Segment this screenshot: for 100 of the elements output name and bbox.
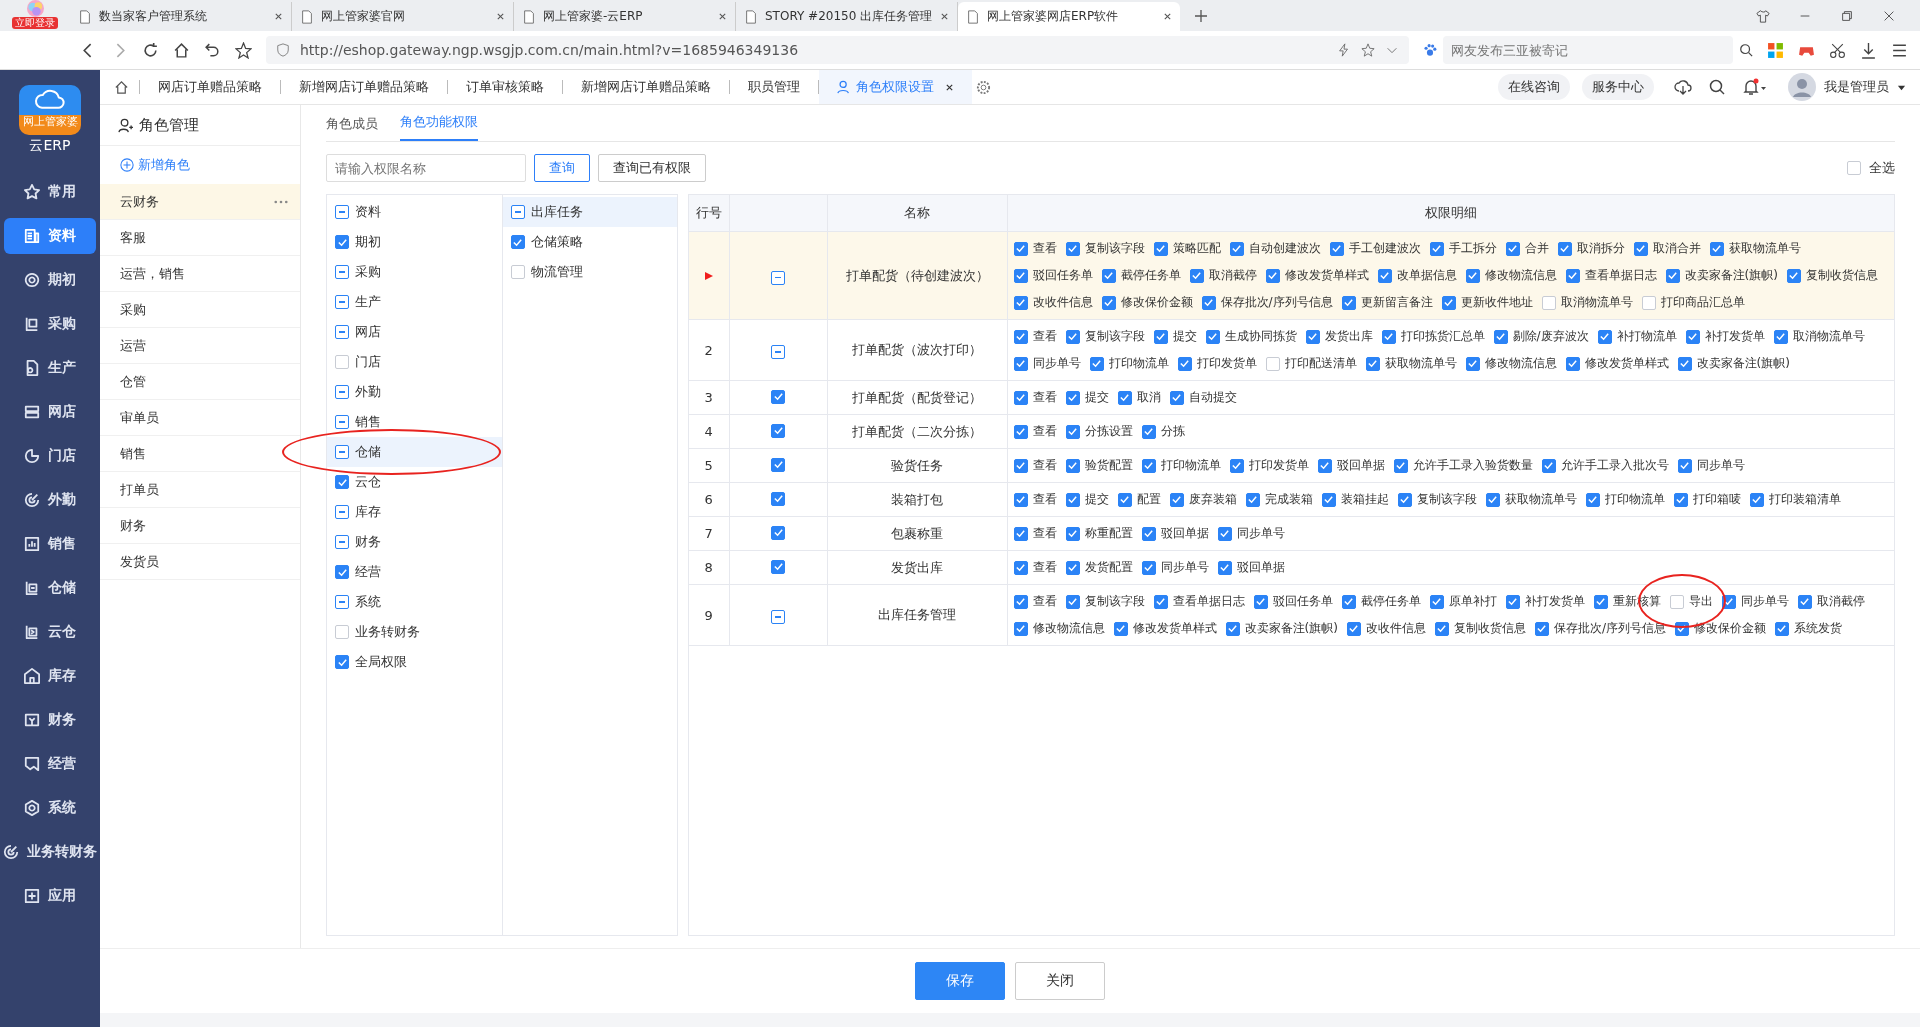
- role-item[interactable]: 运营，销售: [100, 256, 300, 292]
- checkbox[interactable]: [335, 595, 349, 609]
- checkbox-label[interactable]: 自动创建波次: [1248, 240, 1321, 257]
- module-item[interactable]: 期初: [327, 227, 502, 257]
- checkbox[interactable]: [1633, 241, 1648, 256]
- checkbox[interactable]: [1189, 268, 1204, 283]
- checkbox[interactable]: [1341, 594, 1356, 609]
- checkbox[interactable]: [1065, 390, 1080, 405]
- checkbox-label[interactable]: 提交: [1084, 389, 1109, 406]
- checkbox-label[interactable]: 手工拆分: [1448, 240, 1497, 257]
- checkbox-label[interactable]: 取消拆分: [1576, 240, 1625, 257]
- checkbox[interactable]: [1429, 241, 1444, 256]
- permission-search-field[interactable]: 请输入权限名称: [326, 154, 526, 182]
- role-item[interactable]: 销售: [100, 436, 300, 472]
- role-item[interactable]: 云财务: [100, 184, 300, 220]
- checkbox[interactable]: [1346, 621, 1361, 636]
- nav-item[interactable]: 系统: [4, 790, 96, 826]
- checkbox[interactable]: [1225, 621, 1240, 636]
- nav-item[interactable]: 网店: [4, 394, 96, 430]
- module-item[interactable]: 仓储策略: [502, 227, 677, 257]
- checkbox-label[interactable]: 完成装箱: [1264, 491, 1313, 508]
- search-icon[interactable]: [1708, 78, 1726, 96]
- checkbox-label[interactable]: 修改物流信息: [1032, 620, 1105, 637]
- checkbox-label[interactable]: 复制该字段: [1084, 328, 1145, 345]
- checkbox[interactable]: [1641, 295, 1656, 310]
- checkbox-label[interactable]: 打印商品汇总单: [1660, 294, 1745, 311]
- module-item[interactable]: 外勤: [327, 377, 502, 407]
- checkbox-label[interactable]: 查看: [1032, 457, 1057, 474]
- checkbox-label[interactable]: 更新收件地址: [1460, 294, 1533, 311]
- menu-icon[interactable]: [1891, 41, 1908, 59]
- checkbox-label[interactable]: 全选: [1869, 159, 1895, 177]
- checkbox[interactable]: [1065, 594, 1080, 609]
- checkbox-label[interactable]: 查看: [1032, 491, 1057, 508]
- checkbox[interactable]: [1673, 492, 1688, 507]
- checkbox[interactable]: [335, 655, 349, 669]
- checkbox[interactable]: [1065, 458, 1080, 473]
- checkbox-label[interactable]: 同步单号: [1160, 559, 1209, 576]
- checkbox-label[interactable]: 验货配置: [1084, 457, 1133, 474]
- checkbox-label[interactable]: 取消: [1136, 389, 1161, 406]
- browser-search-field[interactable]: 网友发布三亚被寄记: [1443, 36, 1733, 64]
- checkbox-label[interactable]: 废弃装箱: [1188, 491, 1237, 508]
- checkbox-label[interactable]: 打印发货单: [1248, 457, 1309, 474]
- checkbox-label[interactable]: 导出: [1688, 593, 1713, 610]
- download-icon[interactable]: [1860, 41, 1877, 59]
- checkbox[interactable]: [1674, 621, 1689, 636]
- checkbox[interactable]: [1786, 268, 1801, 283]
- nav-item[interactable]: 应用: [4, 878, 96, 914]
- checkbox[interactable]: [1065, 241, 1080, 256]
- checkbox[interactable]: [1065, 526, 1080, 541]
- checkbox-label[interactable]: 合并: [1524, 240, 1549, 257]
- checkbox-label[interactable]: 驳回单据: [1236, 559, 1285, 576]
- close-icon[interactable]: [718, 12, 727, 21]
- module-item[interactable]: 经营: [327, 557, 502, 587]
- search-icon[interactable]: [1739, 43, 1753, 57]
- checkbox-label[interactable]: 查看: [1032, 240, 1057, 257]
- apps-icon[interactable]: [1767, 41, 1784, 59]
- close-icon[interactable]: [940, 12, 949, 21]
- checkbox-label[interactable]: 打印物流单: [1108, 355, 1169, 372]
- close-icon[interactable]: [274, 12, 283, 21]
- nav-item[interactable]: 业务转财务: [4, 834, 96, 870]
- checkbox-label[interactable]: 分拣: [1160, 423, 1185, 440]
- nav-item[interactable]: 财务: [4, 702, 96, 738]
- nav-item[interactable]: 期初: [4, 262, 96, 298]
- checkbox[interactable]: [1465, 356, 1480, 371]
- sub-tab[interactable]: 角色功能权限: [400, 113, 478, 141]
- checkbox[interactable]: [1013, 458, 1028, 473]
- header-link-button[interactable]: 服务中心: [1582, 74, 1654, 100]
- checkbox[interactable]: [510, 205, 525, 219]
- checkbox-label[interactable]: 查看: [1032, 389, 1057, 406]
- module-item[interactable]: 业务转财务: [327, 617, 502, 647]
- checkbox[interactable]: [335, 415, 349, 429]
- header-link-button[interactable]: 在线咨询: [1498, 74, 1570, 100]
- checkbox-label[interactable]: 驳回任务单: [1032, 267, 1093, 284]
- checkbox-label[interactable]: 自动提交: [1188, 389, 1237, 406]
- checkbox[interactable]: [1013, 621, 1028, 636]
- checkbox-label[interactable]: 取消物流单号: [1560, 294, 1633, 311]
- checkbox-label[interactable]: 打印物流单: [1160, 457, 1221, 474]
- module-item[interactable]: 全局权限: [327, 647, 502, 677]
- address-field[interactable]: http://eshop.gateway.ngp.wsgjp.com.cn/main.html?v=1685946349136: [266, 36, 1409, 64]
- checkbox-label[interactable]: 修改物流信息: [1484, 355, 1557, 372]
- checkbox-label[interactable]: 打印配送清单: [1284, 355, 1357, 372]
- checkbox-label[interactable]: 提交: [1084, 491, 1109, 508]
- checkbox[interactable]: [1393, 458, 1408, 473]
- checkbox[interactable]: [1229, 241, 1244, 256]
- checkbox-label[interactable]: 分拣设置: [1084, 423, 1133, 440]
- browser-account-badge[interactable]: 立即登录: [0, 0, 70, 31]
- user-name[interactable]: 我是管理员: [1824, 78, 1889, 96]
- checkbox[interactable]: [1721, 594, 1736, 609]
- checkbox[interactable]: [1065, 329, 1080, 344]
- module-item[interactable]: 采购: [327, 257, 502, 287]
- checkbox[interactable]: [1013, 424, 1028, 439]
- checkbox[interactable]: [771, 270, 785, 285]
- checkbox[interactable]: [1153, 241, 1168, 256]
- checkbox-label[interactable]: 修改物流信息: [1484, 267, 1557, 284]
- checkbox-label[interactable]: 查看: [1032, 559, 1057, 576]
- checkbox-label[interactable]: 修改保价金额: [1120, 294, 1193, 311]
- checkbox[interactable]: [1065, 492, 1080, 507]
- checkbox[interactable]: [1397, 492, 1412, 507]
- star-icon[interactable]: [1361, 43, 1375, 57]
- checkbox-label[interactable]: 保存批次/序列号信息: [1220, 294, 1333, 311]
